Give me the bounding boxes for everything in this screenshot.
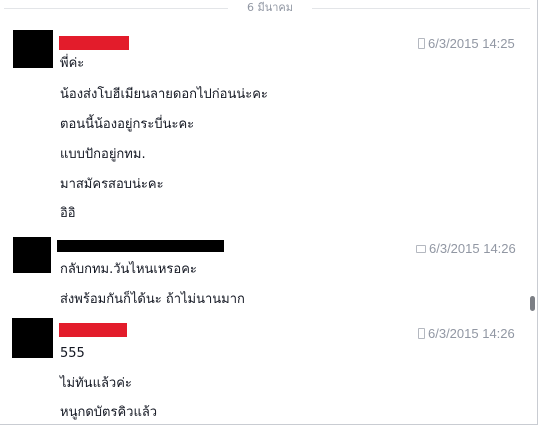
divider-line-left bbox=[4, 8, 228, 9]
message-text: ไม่ทันแล้วค่ะ bbox=[60, 376, 132, 391]
message-text: ตอนนี้น้องอยู่กระบี่นะคะ bbox=[60, 117, 195, 132]
message-timestamp: 6/3/2015 14:26 bbox=[416, 241, 516, 257]
message-text: พี่ค่ะ bbox=[60, 56, 85, 71]
sender-avatar[interactable] bbox=[13, 237, 51, 273]
message-timestamp: 6/3/2015 14:25 bbox=[418, 36, 515, 52]
mobile-phone-icon bbox=[418, 38, 425, 50]
message-text: กลับกทม.วันไหนเหรอคะ bbox=[60, 262, 197, 277]
timestamp-text: 6/3/2015 14:25 bbox=[428, 36, 515, 51]
message-text: แบบปักอยู่กทม. bbox=[60, 147, 146, 162]
sender-name-redacted[interactable] bbox=[57, 240, 224, 252]
message-text: อิอิ bbox=[60, 206, 76, 221]
timestamp-text: 6/3/2015 14:26 bbox=[428, 326, 515, 341]
date-divider: 6 มีนาคม bbox=[0, 0, 530, 16]
divider-line-right bbox=[312, 8, 530, 9]
timestamp-text: 6/3/2015 14:26 bbox=[429, 241, 516, 256]
sender-name-redacted[interactable] bbox=[59, 323, 127, 337]
scrollbar-thumb[interactable] bbox=[530, 296, 535, 311]
message-text: ส่งพร้อมกันก็ได้นะ ถ้าไม่นานมาก bbox=[60, 292, 245, 307]
message-text: น้องส่งโบฮีเมียนลายดอกไปก่อนน่ะคะ bbox=[60, 87, 268, 102]
sender-avatar[interactable] bbox=[12, 318, 53, 358]
sender-name-redacted[interactable] bbox=[59, 36, 129, 50]
chat-bubble-icon bbox=[416, 244, 426, 253]
message-text: 555 bbox=[60, 346, 85, 361]
sender-avatar[interactable] bbox=[13, 30, 53, 68]
message-text: หนูกดบัตรคิวแล้ว bbox=[60, 405, 158, 420]
message-timestamp: 6/3/2015 14:26 bbox=[418, 326, 515, 342]
mobile-phone-icon bbox=[418, 328, 425, 340]
date-divider-label: 6 มีนาคม bbox=[246, 1, 294, 14]
message-text: มาสมัครสอบน่ะคะ bbox=[60, 177, 164, 192]
